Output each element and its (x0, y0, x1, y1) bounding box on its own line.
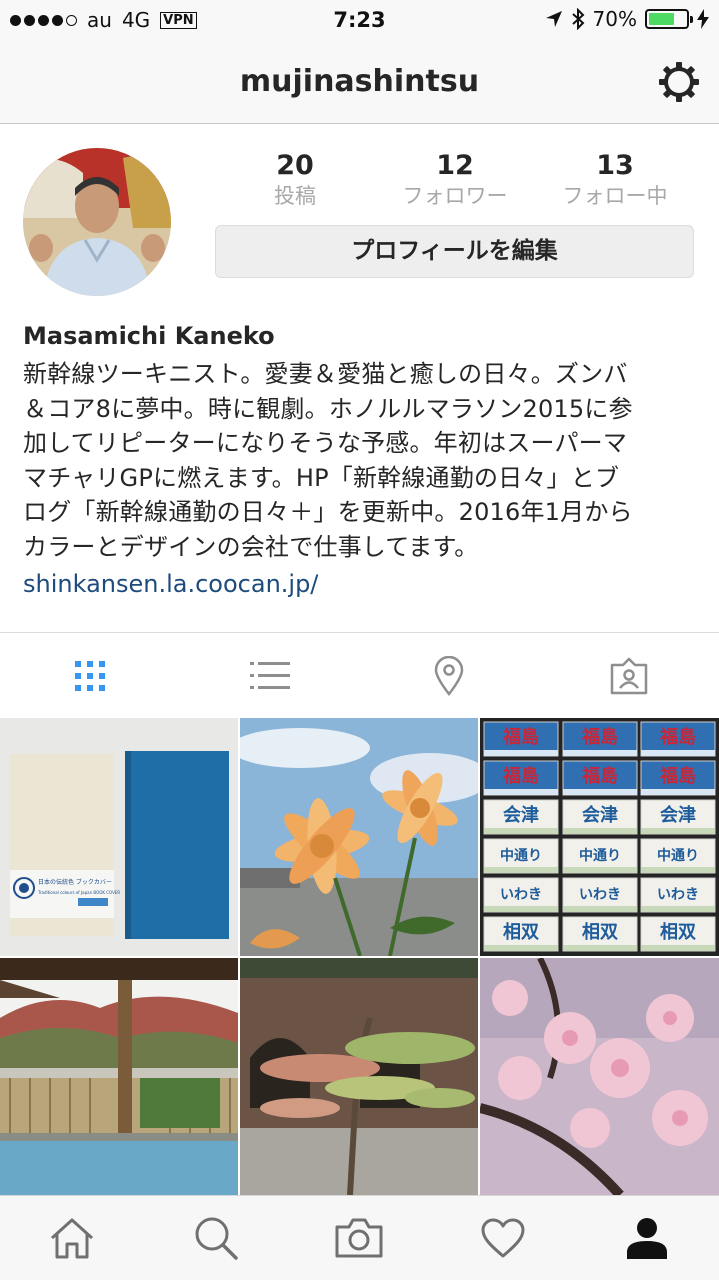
photo-dahlia[interactable] (240, 718, 478, 956)
station-sign: いわき (483, 877, 559, 913)
profile-icon (627, 1218, 668, 1259)
bluetooth-icon (571, 8, 584, 30)
status-bar: au 4G VPN 7:23 70% (0, 0, 719, 40)
stat-value: 20 (276, 150, 314, 181)
station-sign-label: 福島 (581, 765, 618, 787)
tab-home[interactable] (0, 1196, 144, 1280)
tab-map-view[interactable] (360, 633, 540, 718)
station-sign: いわき (640, 877, 716, 913)
search-icon (195, 1217, 238, 1260)
station-sign-label: 福島 (581, 726, 618, 748)
battery-icon (645, 9, 693, 29)
station-sign: 福島 (562, 721, 638, 757)
bio-line: 加してリピーターになりそうな予感。年初はスーパーマ (23, 429, 628, 458)
tab-grid-view[interactable] (0, 633, 180, 718)
station-sign-label: 相双 (503, 922, 539, 943)
profile-name: Masamichi Kaneko (23, 322, 275, 350)
station-sign-label: 福島 (659, 765, 696, 787)
photo-aqueduct[interactable] (240, 958, 478, 1195)
stat-label: フォロワー (402, 184, 508, 208)
station-sign: 相双 (562, 916, 638, 952)
followers-count[interactable]: 12 フォロワー (375, 150, 535, 210)
tagged-person-icon (610, 657, 648, 694)
avatar-photo (23, 148, 171, 296)
station-sign: 会津 (640, 799, 716, 835)
bio-line: 新幹線ツーキニスト。愛妻＆愛猫と癒しの日々。ズンバ (23, 360, 628, 388)
station-sign-label: 福島 (502, 726, 539, 748)
tab-activity[interactable] (431, 1196, 575, 1280)
bio-line: カラーとデザインの会社で仕事してます。 (23, 532, 479, 561)
tab-list-view[interactable] (180, 633, 360, 718)
stat-label: 投稿 (274, 184, 316, 208)
station-sign: 相双 (640, 916, 716, 952)
tab-search[interactable] (144, 1196, 288, 1280)
view-tabs (0, 632, 719, 718)
bio-line: ＆コア8に夢中。時に観劇。ホノルルマラソン2015に参 (23, 394, 633, 423)
heart-icon (481, 1218, 525, 1258)
profile-bio: 新幹線ツーキニスト。愛妻＆愛猫と癒しの日々。ズンバ ＆コア8に夢中。時に観劇。ホ… (23, 357, 703, 565)
book-card-subtitle: Traditional colours of Japan BOOK COVER (37, 890, 120, 895)
stat-value: 12 (436, 150, 474, 181)
station-sign-label: 福島 (502, 765, 539, 787)
gear-icon (659, 62, 699, 102)
station-sign: 福島 (483, 760, 559, 796)
location-arrow-icon (545, 11, 562, 27)
station-sign-label: 中通り (500, 847, 542, 864)
photo-onsen[interactable] (0, 958, 238, 1195)
station-sign-label: 中通り (579, 847, 621, 864)
photo-cherry-blossom[interactable] (480, 958, 719, 1195)
station-sign-label: いわき (500, 887, 542, 903)
station-sign-label: 中通り (657, 847, 699, 864)
photo-station-signs[interactable]: 福島 福島 福島 福島 福島 福島 会津 会津 会津 中通り 中通り 中通り いわき いわき いわき 相双 相双… (480, 718, 719, 956)
station-sign: 中通り (483, 838, 559, 874)
page-title: mujinashintsu (239, 64, 480, 99)
station-sign: 福島 (483, 721, 559, 757)
station-sign-label: 会津 (660, 804, 696, 826)
avatar[interactable] (23, 148, 171, 296)
station-sign-label: 会津 (503, 804, 539, 826)
station-sign: 会津 (483, 799, 559, 835)
settings-button[interactable] (657, 60, 701, 104)
edit-profile-button[interactable]: プロフィールを編集 (215, 225, 694, 278)
tab-profile[interactable] (575, 1196, 719, 1280)
list-icon (249, 661, 290, 689)
photo-grid: 日本の伝統色 ブックカバー Traditional colours of Jap… (0, 718, 719, 1195)
station-sign-label: いわき (657, 887, 699, 903)
camera-icon (335, 1218, 383, 1258)
stat-value: 13 (596, 150, 634, 181)
tab-bar (0, 1195, 719, 1280)
bio-line: マチャリGPに燃えます。HP「新幹線通勤の日々」とブ (23, 463, 620, 492)
posts-count[interactable]: 20 投稿 (215, 150, 375, 210)
location-pin-icon (435, 655, 464, 696)
profile-stats: 20 投稿 12 フォロワー 13 フォロー中 (215, 150, 695, 210)
bio-line: ログ「新幹線通勤の日々＋」を更新中。2016年1月から (23, 498, 633, 527)
home-icon (50, 1218, 93, 1259)
station-sign: 相双 (483, 916, 559, 952)
photo-book-cover[interactable]: 日本の伝統色 ブックカバー Traditional colours of Jap… (0, 718, 238, 956)
station-sign-label: 相双 (582, 922, 618, 943)
station-sign-label: 福島 (659, 726, 696, 748)
battery-percent: 70% (592, 7, 637, 31)
station-sign-label: 相双 (660, 922, 696, 943)
station-sign-label: 会津 (582, 804, 618, 826)
station-sign: 中通り (562, 838, 638, 874)
nav-bar: mujinashintsu (0, 40, 719, 124)
tab-tagged-view[interactable] (539, 633, 719, 718)
station-sign-label: いわき (579, 887, 621, 903)
grid-icon (74, 660, 105, 691)
station-sign: 中通り (640, 838, 716, 874)
station-sign: 福島 (640, 721, 716, 757)
station-sign: 会津 (562, 799, 638, 835)
following-count[interactable]: 13 フォロー中 (535, 150, 695, 210)
tab-camera[interactable] (288, 1196, 432, 1280)
station-sign: いわき (562, 877, 638, 913)
station-sign: 福島 (562, 760, 638, 796)
book-card-title: 日本の伝統色 ブックカバー (38, 878, 112, 886)
website-link[interactable]: shinkansen.la.coocan.jp/ (23, 570, 318, 598)
charging-bolt-icon (697, 9, 709, 29)
status-right: 70% (545, 7, 709, 31)
stat-label: フォロー中 (562, 184, 668, 208)
station-sign: 福島 (640, 760, 716, 796)
